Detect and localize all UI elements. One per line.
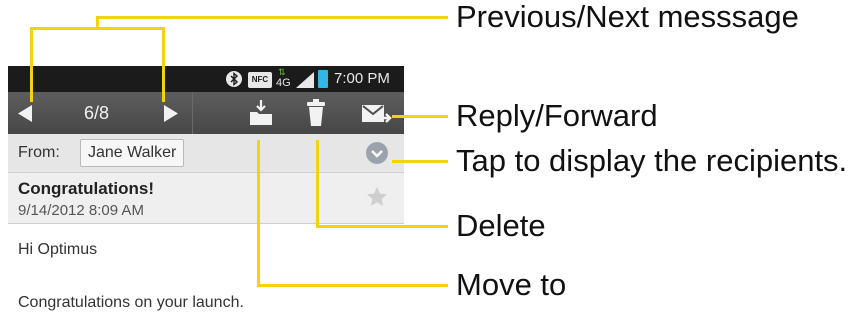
callout-move-line <box>257 284 448 287</box>
status-bar: NFC ⇅ 4G 7:00 PM <box>8 66 404 92</box>
callout-next-leg <box>162 27 165 102</box>
label-recipients: Tap to display the recipients. <box>456 143 848 178</box>
clock: 7:00 PM <box>334 70 390 87</box>
label-previous-next: Previous/Next messsage <box>456 0 799 34</box>
delete-trash-icon[interactable] <box>306 99 326 127</box>
action-bar: 6/8 <box>8 92 404 134</box>
label-delete: Delete <box>456 208 546 243</box>
signal-icon <box>296 72 314 88</box>
label-move-to: Move to <box>456 267 567 302</box>
net-label: 4G <box>276 77 291 89</box>
email-subject: Congratulations! <box>18 179 154 198</box>
reply-forward-icon[interactable] <box>362 103 392 125</box>
callout-delete-leg <box>316 140 319 228</box>
from-row: From: Jane Walker <box>8 134 404 173</box>
star-icon[interactable] <box>367 187 387 206</box>
battery-icon <box>318 70 328 88</box>
nfc-icon: NFC <box>248 72 272 88</box>
email-body: Congratulations on your launch. <box>18 294 244 311</box>
chevron-down-icon[interactable] <box>366 142 388 164</box>
previous-arrow-icon[interactable] <box>18 105 32 122</box>
next-arrow-icon[interactable] <box>164 105 178 122</box>
move-to-folder-icon[interactable] <box>248 100 274 126</box>
email-date: 9/14/2012 8:09 AM <box>18 202 144 219</box>
from-label: From: <box>18 144 60 161</box>
email-screen: NFC ⇅ 4G 7:00 PM 6/8 From: Jane Walker C… <box>8 66 404 328</box>
callout-prev-next-line <box>96 16 448 19</box>
callout-reply-line <box>392 115 448 118</box>
email-greeting: Hi Optimus <box>18 241 98 258</box>
sender-chip[interactable]: Jane Walker <box>80 139 185 167</box>
divider <box>192 92 193 134</box>
callout-prev-leg <box>30 27 33 102</box>
4g-data-icon: ⇅ 4G <box>276 67 294 91</box>
nfc-label: NFC <box>251 75 269 84</box>
message-counter: 6/8 <box>84 103 110 123</box>
label-reply-forward: Reply/Forward <box>456 98 658 133</box>
subject-row: Congratulations! 9/14/2012 8:09 AM <box>8 173 404 224</box>
callout-recipients-line <box>392 160 448 163</box>
bluetooth-icon <box>226 71 242 87</box>
callout-move-leg <box>257 140 260 287</box>
callout-delete-line <box>316 225 448 228</box>
